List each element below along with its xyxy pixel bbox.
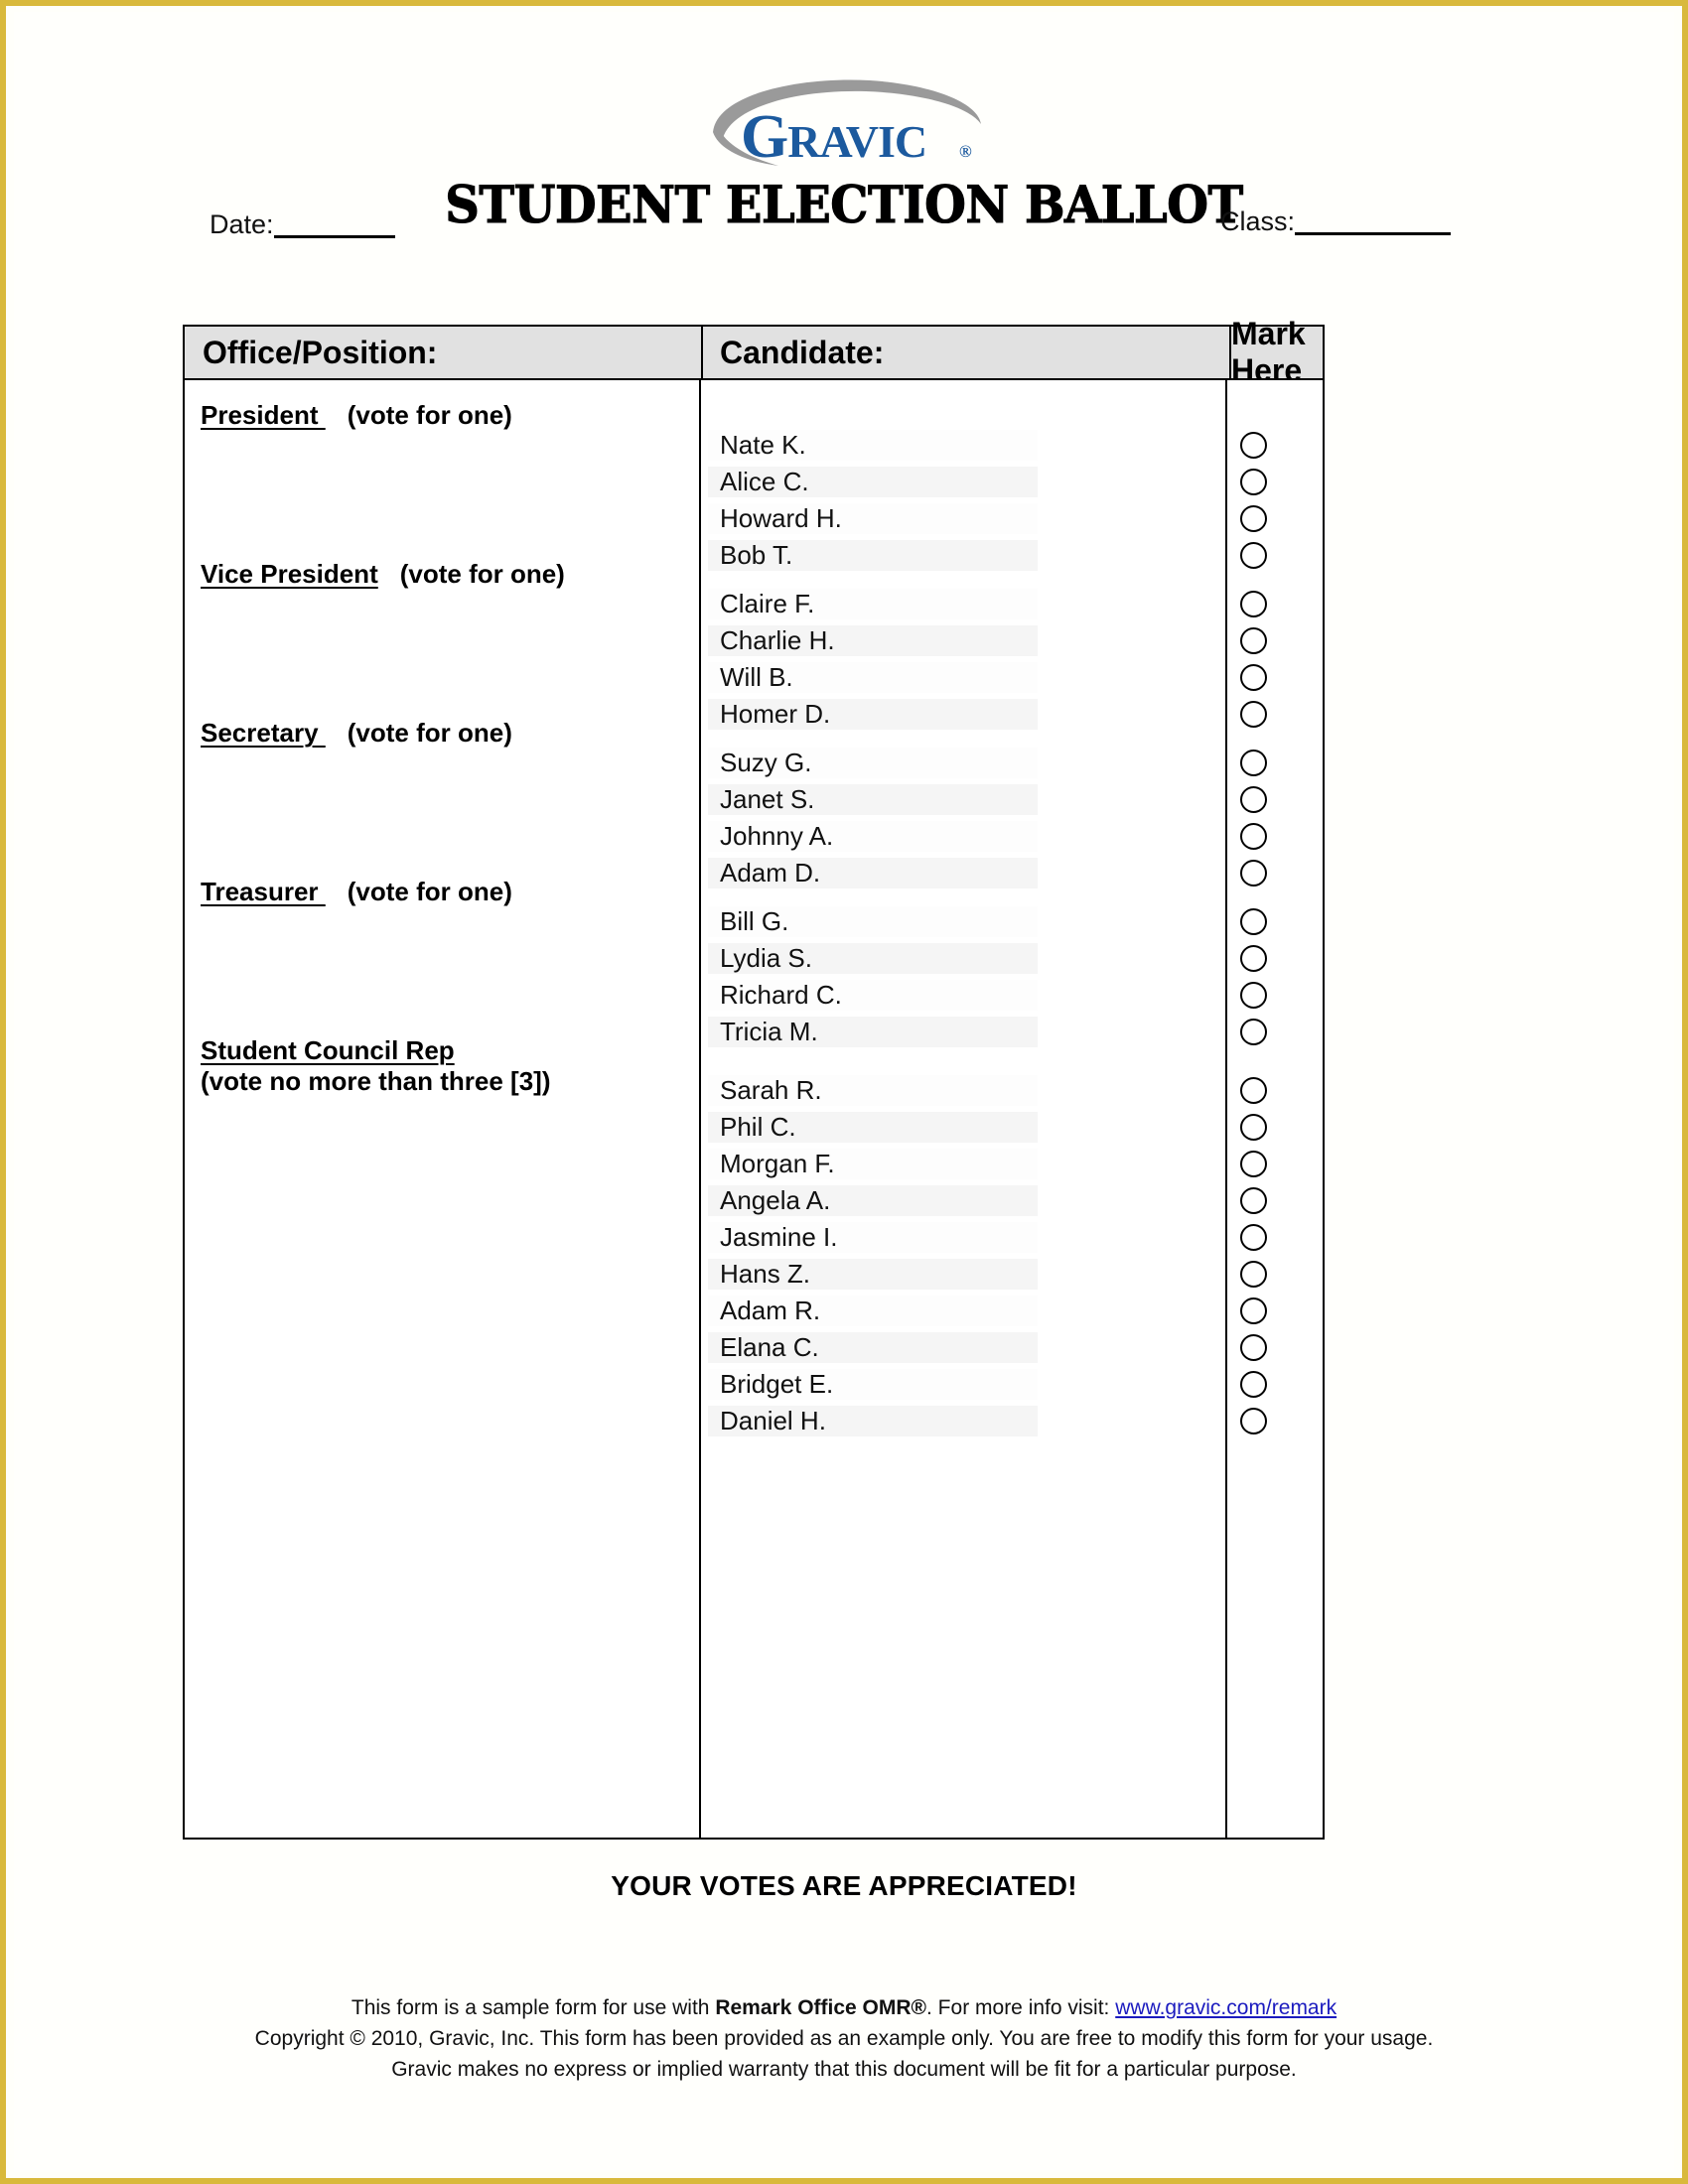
vote-bubble[interactable] [1240, 469, 1267, 495]
candidate-name: Tricia M. [708, 1017, 1038, 1047]
candidate-name: Richard C. [708, 980, 1038, 1011]
office-label-1: President (vote for one) [201, 400, 687, 431]
vote-bubble[interactable] [1240, 591, 1267, 617]
candidate-name: Daniel H. [708, 1406, 1038, 1436]
logo-registered-mark: ® [959, 142, 972, 161]
column-header-office: Office/Position: [203, 334, 438, 370]
class-field-group: Class: [1220, 206, 1452, 236]
column-header-candidate: Candidate: [701, 327, 1229, 378]
gravic-remark-link[interactable]: www.gravic.com/remark [1115, 1996, 1336, 2019]
candidate-name: Nate K. [708, 430, 1038, 461]
vote-bubble[interactable] [1240, 786, 1267, 813]
footer-line1-pre: This form is a sample form for use with [351, 1996, 716, 2019]
candidate-name: Bob T. [708, 540, 1038, 571]
footer-product-name: Remark Office OMR® [715, 1996, 927, 2019]
candidate-name: Lydia S. [708, 943, 1038, 974]
table-header-row: Office/Position: Candidate: Mark Here [183, 316, 1325, 388]
candidate-name: Morgan F. [708, 1149, 1038, 1179]
vote-bubble[interactable] [1240, 750, 1267, 776]
vote-bubble[interactable] [1240, 823, 1267, 850]
vote-bubble[interactable] [1240, 1019, 1267, 1045]
vote-bubble[interactable] [1240, 542, 1267, 569]
page-inner: GRAVIC ® STUDENT ELECTION BALLOT Date: C… [14, 12, 1674, 2172]
vote-bubble[interactable] [1240, 1077, 1267, 1104]
office-instruction: (vote for one) [347, 718, 512, 748]
gravic-logo: GRAVIC ® [695, 76, 993, 186]
vote-bubble[interactable] [1240, 982, 1267, 1009]
candidate-name: Charlie H. [708, 625, 1038, 656]
footer-line1-mid: . For more info visit: [926, 1996, 1116, 2019]
office-label-4: Treasurer (vote for one) [201, 877, 687, 907]
vote-bubble[interactable] [1240, 505, 1267, 532]
class-input[interactable] [1295, 231, 1452, 235]
vote-bubble[interactable] [1240, 1261, 1267, 1288]
vote-bubble[interactable] [1240, 432, 1267, 459]
footer-line-2: Copyright © 2010, Gravic, Inc. This form… [254, 2027, 1434, 2050]
class-label: Class: [1220, 206, 1296, 236]
vote-bubble[interactable] [1240, 1114, 1267, 1141]
brand-logo: GRAVIC ® [14, 71, 1674, 186]
candidate-name: Bridget E. [708, 1369, 1038, 1400]
candidate-name: Hans Z. [708, 1259, 1038, 1290]
vote-bubble[interactable] [1240, 1334, 1267, 1361]
candidate-name: Suzy G. [708, 748, 1038, 778]
vote-bubble[interactable] [1240, 664, 1267, 691]
ballot-page: GRAVIC ® STUDENT ELECTION BALLOT Date: C… [0, 0, 1688, 2184]
office-instruction: (vote for one) [347, 877, 512, 906]
candidate-name: Homer D. [708, 699, 1038, 730]
candidate-name: Elana C. [708, 1332, 1038, 1363]
column-header-mark-here: Mark Here [1229, 316, 1323, 388]
vote-bubble[interactable] [1240, 627, 1267, 654]
candidate-name: Claire F. [708, 589, 1038, 619]
date-input[interactable] [273, 234, 395, 238]
candidate-name: Sarah R. [708, 1075, 1038, 1106]
candidate-name: Will B. [708, 662, 1038, 693]
office-instruction: (vote no more than three [3]) [201, 1066, 551, 1096]
vote-bubble[interactable] [1240, 860, 1267, 887]
office-name: President [201, 400, 326, 430]
office-label-3: Secretary (vote for one) [201, 718, 687, 749]
footer-line-1: This form is a sample form for use with … [14, 1992, 1674, 2023]
footer-line-3: Gravic makes no express or implied warra… [391, 2058, 1297, 2081]
office-name: Vice President [201, 559, 378, 589]
date-label: Date: [210, 209, 274, 239]
candidate-name: Alice C. [708, 467, 1038, 497]
candidate-name: Howard H. [708, 503, 1038, 534]
vote-bubble[interactable] [1240, 1151, 1267, 1177]
vote-bubble[interactable] [1240, 1408, 1267, 1434]
logo-wordmark: GRAVIC [741, 103, 927, 171]
candidate-name: Adam D. [708, 858, 1038, 888]
vote-bubble[interactable] [1240, 1371, 1267, 1398]
candidate-name: Johnny A. [708, 821, 1038, 852]
title-row: Date: Class: [14, 183, 1674, 242]
candidate-name: Janet S. [708, 784, 1038, 815]
thanks-message: YOUR VOTES ARE APPRECIATED! [611, 1870, 1077, 1901]
office-label-5: Student Council Rep (vote no more than th… [201, 1035, 687, 1097]
vote-bubble[interactable] [1240, 945, 1267, 972]
date-field-group: Date: [210, 211, 395, 238]
column-divider-2 [1225, 380, 1227, 1838]
candidate-name: Angela A. [708, 1185, 1038, 1216]
table-body: President (vote for one) Nate K. Alice C. H… [183, 380, 1325, 1840]
footer-text: This form is a sample form for use with … [14, 1992, 1674, 2085]
vote-bubble[interactable] [1240, 1224, 1267, 1251]
candidate-name: Phil C. [708, 1112, 1038, 1143]
office-instruction: (vote for one) [399, 559, 565, 589]
ballot-table: Office/Position: Candidate: Mark Here Pr… [183, 316, 1325, 1840]
office-name: Secretary [201, 718, 326, 748]
candidate-name: Bill G. [708, 906, 1038, 937]
vote-bubble[interactable] [1240, 1187, 1267, 1214]
office-label-2: Vice President (vote for one) [201, 559, 687, 590]
vote-bubble[interactable] [1240, 908, 1267, 935]
office-name: Student Council Rep [201, 1035, 455, 1065]
office-name: Treasurer [201, 877, 326, 906]
vote-bubble[interactable] [1240, 701, 1267, 728]
vote-bubble[interactable] [1240, 1297, 1267, 1324]
office-instruction: (vote for one) [347, 400, 512, 430]
column-divider-1 [699, 380, 701, 1838]
candidate-name: Adam R. [708, 1296, 1038, 1326]
candidate-name: Jasmine I. [708, 1222, 1038, 1253]
